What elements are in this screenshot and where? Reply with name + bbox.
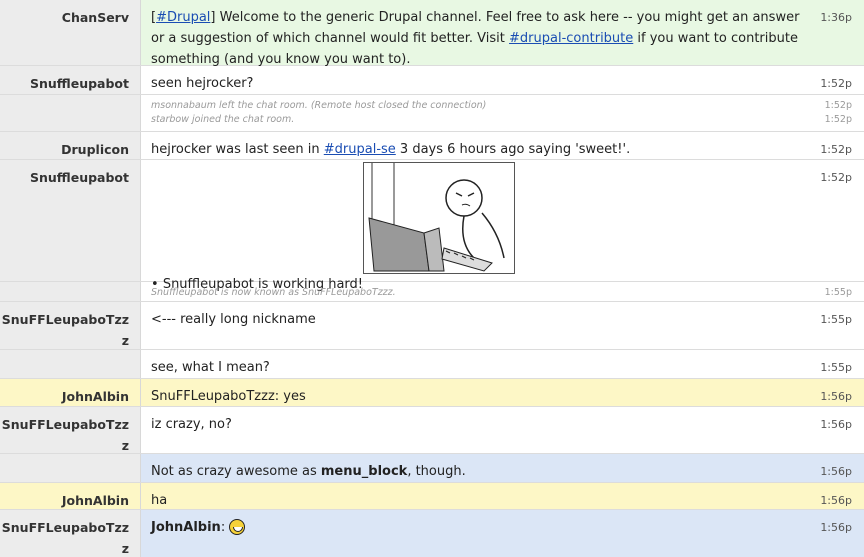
nickname-empty xyxy=(0,282,141,301)
message-text: see, what I mean? xyxy=(151,360,270,375)
nickname xyxy=(0,350,141,378)
message-text: • Snuffleupabot is working hard! xyxy=(141,160,812,292)
system-row: msonnabaum left the chat room. (Remote h… xyxy=(0,95,864,132)
timestamp: 1:52p xyxy=(820,143,852,156)
nickname xyxy=(0,454,141,482)
message-row: SnuFFLeupaboTzzz iz crazy, no? 1:56p xyxy=(0,407,864,454)
message-text: hejrocker was last seen in #drupal-se 3 … xyxy=(151,142,631,157)
timestamp: 1:36p xyxy=(820,11,852,24)
timestamp: 1:56p xyxy=(820,390,852,403)
chat-log[interactable]: ChanServ [#Drupal] Welcome to the generi… xyxy=(0,0,864,557)
message-row: JohnAlbin SnuFFLeupaboTzzz: yes 1:56p xyxy=(0,379,864,407)
message-text: [#Drupal] Welcome to the generic Drupal … xyxy=(151,10,800,67)
message-row: Snuffleupabot • Snuffleupabot is working… xyxy=(0,160,864,292)
timestamp: 1:55p xyxy=(824,287,852,298)
channel-link[interactable]: #drupal-se xyxy=(324,142,396,157)
channel-link[interactable]: #Drupal xyxy=(156,10,210,25)
message-text: JohnAlbin: xyxy=(141,510,812,557)
timestamp: 1:55p xyxy=(820,361,852,374)
timestamp: 1:56p xyxy=(820,465,852,478)
timestamp: 1:52p 1:52p xyxy=(824,100,852,125)
message-row: SnuFFLeupaboTzzz JohnAlbin: 1:56p xyxy=(0,510,864,557)
message-row: ChanServ [#Drupal] Welcome to the generi… xyxy=(0,0,864,67)
timestamp: 1:56p xyxy=(820,521,852,534)
message-text: ha xyxy=(151,493,168,508)
timestamp: 1:52p xyxy=(820,77,852,90)
nickname: SnuFFLeupaboTzzz xyxy=(0,302,141,349)
nickname-empty xyxy=(0,95,141,131)
message-row: JohnAlbin ha 1:56p xyxy=(0,483,864,510)
nickname: Snuffleupabot xyxy=(0,66,141,94)
message-text: seen hejrocker? xyxy=(151,76,254,91)
message-text: iz crazy, no? xyxy=(151,417,232,432)
timestamp: 1:56p xyxy=(820,418,852,431)
timestamp: 1:56p xyxy=(820,494,852,507)
message-text: <--- really long nickname xyxy=(151,312,316,327)
nickname: JohnAlbin xyxy=(0,483,141,509)
message-text: SnuFFLeupaboTzzz: yes xyxy=(151,389,306,404)
comic-image xyxy=(363,162,515,274)
message-text: Not as crazy awesome as menu_block, thou… xyxy=(151,464,466,479)
nickname: JohnAlbin xyxy=(0,379,141,406)
message-row: see, what I mean? 1:55p xyxy=(0,350,864,379)
timestamp: 1:55p xyxy=(820,313,852,326)
nickname: Snuffleupabot xyxy=(0,160,141,281)
channel-link[interactable]: #drupal-contribute xyxy=(509,31,633,46)
nickname: SnuFFLeupaboTzzz xyxy=(0,407,141,453)
message-row: Snuffleupabot seen hejrocker? 1:52p xyxy=(0,66,864,95)
message-row: Not as crazy awesome as menu_block, thou… xyxy=(0,454,864,483)
system-row: Snuffleupabot is now known as SnuFFLeupa… xyxy=(0,282,864,302)
timestamp: 1:52p xyxy=(820,171,852,184)
message-row: SnuFFLeupaboTzzz <--- really long nickna… xyxy=(0,302,864,350)
nickname: ChanServ xyxy=(0,0,141,65)
system-text: Snuffleupabot is now known as SnuFFLeupa… xyxy=(151,287,396,298)
nickname: SnuFFLeupaboTzzz xyxy=(0,510,141,557)
nickname: Druplicon xyxy=(0,132,141,159)
message-row: Druplicon hejrocker was last seen in #dr… xyxy=(0,132,864,160)
system-text: msonnabaum left the chat room. (Remote h… xyxy=(151,100,487,125)
grin-smiley-icon xyxy=(229,519,246,535)
